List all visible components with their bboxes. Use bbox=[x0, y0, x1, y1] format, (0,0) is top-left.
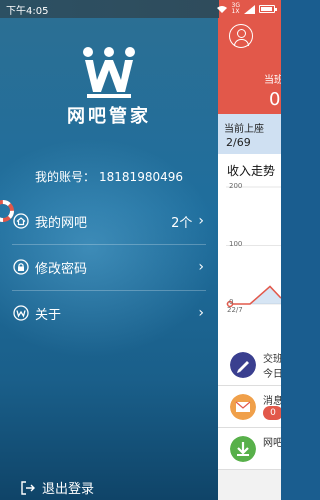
status-bar: 下午4:05 3G 1X bbox=[0, 0, 281, 18]
avatar-icon[interactable] bbox=[229, 24, 253, 48]
chart-canvas bbox=[226, 186, 281, 308]
network-sub: 1X bbox=[231, 8, 240, 15]
main-content-peek: 当班 0 当前上座 2/69 收入走势 200 100 0 22/7 交班 今日 bbox=[218, 18, 281, 500]
shift-value: 0 bbox=[269, 89, 281, 110]
y-tick-label: 200 bbox=[229, 182, 243, 190]
lifebuoy-icon bbox=[0, 200, 14, 222]
logout-label: 退出登录 bbox=[42, 482, 95, 497]
online-title: 当前上座 bbox=[224, 124, 264, 135]
list-item-title: 交班 bbox=[263, 354, 281, 365]
menu-item-about[interactable]: 关于 › bbox=[0, 290, 218, 336]
status-time: 下午4:05 bbox=[6, 5, 49, 17]
wifi-icon bbox=[216, 5, 227, 13]
chevron-right-icon: › bbox=[198, 213, 204, 229]
pen-icon bbox=[230, 352, 256, 378]
list-item-handover[interactable]: 交班 今日 bbox=[218, 344, 281, 386]
account-number: 18181980496 bbox=[99, 170, 183, 184]
cafe-count: 2个 bbox=[171, 215, 193, 231]
mail-icon bbox=[230, 394, 256, 420]
battery-icon bbox=[259, 5, 277, 13]
lock-icon bbox=[12, 258, 30, 276]
x-tick-label: 22/7 bbox=[227, 306, 243, 314]
network-indicator: 3G 1X bbox=[232, 3, 240, 15]
chevron-right-icon: › bbox=[198, 259, 204, 275]
logout-button[interactable]: 退出登录 bbox=[20, 478, 94, 497]
menu-item-change-password[interactable]: 修改密码 › bbox=[0, 244, 218, 290]
menu-item-my-cafes[interactable]: 我的网吧 2个 › bbox=[0, 198, 218, 244]
drawer-menu: 我的网吧 2个 › 修改密码 › 关于 › bbox=[0, 198, 218, 336]
y-tick-label: 100 bbox=[229, 240, 243, 248]
app-logo-icon bbox=[83, 47, 135, 98]
download-icon bbox=[230, 436, 256, 462]
feature-list: 交班 今日 消息 0 网吧 bbox=[218, 344, 281, 470]
menu-label-about: 关于 bbox=[35, 307, 62, 323]
list-item-cafe[interactable]: 网吧 bbox=[218, 428, 281, 470]
app-title: 网吧管家 bbox=[67, 106, 151, 127]
chevron-right-icon: › bbox=[198, 305, 204, 321]
account-info: 我的账号： 18181980496 bbox=[0, 168, 218, 185]
menu-label-change-password: 修改密码 bbox=[35, 261, 88, 277]
account-label: 我的账号： bbox=[35, 170, 96, 184]
signal-icon bbox=[244, 4, 255, 14]
shift-summary-header: 当班 0 bbox=[218, 18, 281, 114]
list-item-messages[interactable]: 消息 0 bbox=[218, 386, 281, 428]
menu-label-my-cafes: 我的网吧 bbox=[35, 215, 88, 231]
list-item-title: 网吧 bbox=[263, 438, 281, 449]
navigation-drawer: 网吧管家 我的账号：18181980496 我的网吧 2个 › 修改密码 › bbox=[0, 18, 218, 500]
online-seats: 当前上座 2/69 bbox=[218, 114, 281, 154]
list-item-title: 消息 bbox=[263, 396, 281, 407]
list-item-subtitle: 今日 bbox=[263, 369, 281, 380]
message-count-badge: 0 bbox=[263, 406, 281, 420]
crown-icon bbox=[12, 304, 30, 322]
home-icon bbox=[12, 212, 30, 230]
status-icons: 3G 1X bbox=[216, 3, 277, 15]
income-trend-chart: 收入走势 200 100 0 22/7 bbox=[218, 154, 281, 344]
y-tick-label: 0 bbox=[229, 298, 234, 306]
shift-title: 当班 bbox=[264, 75, 281, 86]
logout-icon bbox=[21, 480, 35, 495]
online-value: 2/69 bbox=[226, 136, 251, 149]
